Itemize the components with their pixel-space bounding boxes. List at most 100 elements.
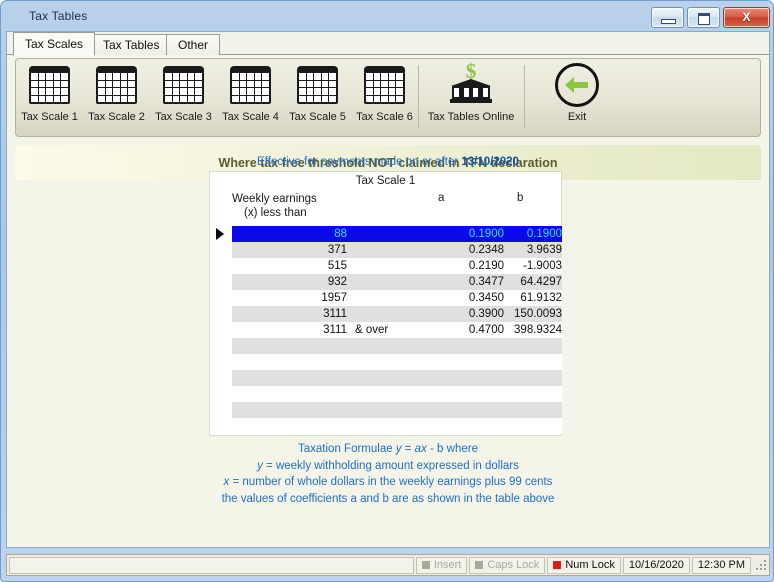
minimize-button[interactable] [651, 7, 684, 28]
table-row[interactable]: 932 0.3477 64.4297 [232, 274, 562, 290]
formula-line-2: y = weekly withholding amount expressed … [1, 458, 773, 475]
toolbar-button-tax-scale-1[interactable]: Tax Scale 1 [16, 59, 83, 136]
toolbar-button-tax-scale-3[interactable]: Tax Scale 3 [150, 59, 217, 136]
table-grid-icon [284, 59, 351, 111]
tab-label: Tax Scales [25, 37, 84, 51]
formula-line-1: Taxation Formulae y = ax - b where [1, 441, 773, 458]
cell-coefficient-b: 64.4297 [520, 276, 562, 288]
table-grid-icon [351, 59, 418, 111]
formula-line2-text: = weekly withholding amount expressed in… [262, 459, 519, 472]
title-bar: Tax Tables X [1, 1, 773, 31]
cell-coefficient-a: 0.4700 [468, 324, 504, 336]
toolbar-button-tax-scale-5[interactable]: Tax Scale 5 [284, 59, 351, 136]
toolbar-label: Tax Scale 4 [222, 111, 279, 123]
table-row[interactable]: 3111 & over 0.4700 398.9324 [232, 322, 562, 338]
toolbar-button-tax-scale-6[interactable]: Tax Scale 6 [351, 59, 418, 136]
caps-lock-label: Caps Lock [487, 559, 540, 571]
column-header-weekly-earnings: Weekly earnings (x) less than [232, 192, 317, 220]
caps-lock-led-icon [475, 561, 484, 569]
status-insert-indicator: Insert [415, 556, 468, 574]
table-row[interactable]: 515 0.2190 -1.9003 [232, 258, 562, 274]
resize-grip-icon[interactable] [755, 559, 767, 571]
toolbar-button-exit[interactable]: Exit [524, 59, 630, 136]
toolbar-button-tax-tables-online[interactable]: $ Tax Tables Online [418, 59, 524, 136]
arrow-left-glyph [565, 77, 588, 93]
cell-over-label: & over [355, 324, 389, 336]
cell-weekly-earnings: 3111 [323, 308, 347, 320]
toolbar-items: Tax Scale 1 Tax Scale 2 Tax Scale 3 Tax … [16, 59, 630, 136]
window-title: Tax Tables [29, 9, 88, 23]
window-controls: X [651, 7, 770, 28]
back-arrow-icon [524, 59, 630, 111]
tab-other[interactable]: Other [166, 34, 221, 55]
panel-title: Tax Scale 1 [355, 175, 416, 187]
cell-weekly-earnings: 3111 [323, 324, 347, 336]
insert-led-icon [421, 561, 430, 569]
minimize-icon [661, 19, 676, 24]
table-row-empty[interactable] [232, 338, 562, 354]
tab-tax-scales[interactable]: Tax Scales [13, 32, 96, 56]
cell-coefficient-a: 0.3900 [468, 308, 504, 320]
table-row[interactable]: 1957 0.3450 61.9132 [232, 290, 562, 306]
toolbar-label: Exit [567, 111, 587, 123]
table-row[interactable]: 3111 0.3900 150.0093 [232, 306, 562, 322]
table-row-empty[interactable] [232, 386, 562, 402]
toolbar-label: Tax Scale 3 [155, 111, 212, 123]
bank-dollar-icon: $ [418, 59, 524, 111]
table-row-empty[interactable] [232, 370, 562, 386]
toolbar-label: Tax Scale 2 [88, 111, 145, 123]
table-row[interactable]: 88 0.1900 0.1900 [216, 226, 562, 242]
cell-coefficient-a: 0.2348 [468, 244, 504, 256]
cell-coefficient-a: 0.2190 [468, 260, 504, 272]
status-caps-lock-indicator: Caps Lock [469, 556, 546, 574]
row-indicator-icon [216, 228, 224, 240]
tab-label: Other [178, 38, 209, 52]
tab-strip: Tax Scales Tax Tables Other [7, 32, 769, 56]
column-header-b: b [517, 192, 524, 204]
table-grid-icon [150, 59, 217, 111]
column-header-line1: Weekly earnings [232, 193, 317, 205]
cell-coefficient-b: -1.9003 [522, 260, 562, 272]
column-header-a: a [438, 192, 445, 204]
cell-coefficient-a: 0.1900 [468, 228, 504, 240]
num-lock-led-icon [553, 561, 562, 569]
table-row-empty[interactable] [232, 402, 562, 418]
formula-line1-pre: Taxation Formulae [298, 443, 396, 455]
tab-label: Tax Tables [103, 38, 160, 52]
insert-label: Insert [433, 559, 462, 571]
formula-line-4: the values of coefficients a and b are a… [221, 492, 555, 505]
formula-line-3: x = number of whole dollars in the weekl… [1, 474, 773, 491]
effective-date-line: Effective for payments made on or after … [1, 156, 773, 168]
formula-notes: Taxation Formulae y = ax - b where y = w… [1, 441, 773, 507]
toolbar-label: Tax Tables Online [427, 111, 515, 123]
tab-tax-tables[interactable]: Tax Tables [91, 34, 172, 55]
table-row-empty[interactable] [232, 418, 562, 434]
column-header-line2: (x) less than [244, 207, 307, 219]
cell-coefficient-b: 150.0093 [514, 308, 562, 320]
toolbar-button-tax-scale-4[interactable]: Tax Scale 4 [217, 59, 284, 136]
num-lock-label: Num Lock [565, 559, 615, 571]
cell-coefficient-a: 0.3477 [468, 276, 504, 288]
formula-line3-text: = number of whole dollars in the weekly … [229, 476, 553, 488]
cell-coefficient-b: 61.9132 [520, 292, 562, 304]
status-bar: Insert Caps Lock Num Lock 10/16/2020 12:… [6, 554, 770, 576]
close-button[interactable]: X [723, 7, 770, 28]
status-time: 12:30 PM [691, 556, 751, 574]
status-date: 10/16/2020 [622, 556, 690, 574]
application-window: Tax Tables X Tax Scales Tax Tables Other [0, 0, 774, 582]
maximize-button[interactable] [687, 7, 720, 28]
tax-rates-grid[interactable]: 88 0.1900 0.1900 371 0.2348 3.9639 515 0… [216, 226, 562, 434]
effective-date: 13/10/2020 [461, 156, 519, 168]
table-grid-icon [16, 59, 83, 111]
effective-prefix: Effective for payments made on or after [257, 156, 462, 168]
toolbar-button-tax-scale-2[interactable]: Tax Scale 2 [83, 59, 150, 136]
toolbar: Tax Scale 1 Tax Scale 2 Tax Scale 3 Tax … [15, 58, 761, 137]
status-message-panel [9, 556, 414, 574]
tax-scale-panel: Tax Scale 1 Weekly earnings (x) less tha… [209, 171, 562, 436]
status-num-lock-indicator: Num Lock [547, 556, 621, 574]
table-grid-icon [217, 59, 284, 111]
table-grid-icon [83, 59, 150, 111]
table-row[interactable]: 371 0.2348 3.9639 [232, 242, 562, 258]
table-row-empty[interactable] [232, 354, 562, 370]
close-icon: X [742, 10, 751, 24]
